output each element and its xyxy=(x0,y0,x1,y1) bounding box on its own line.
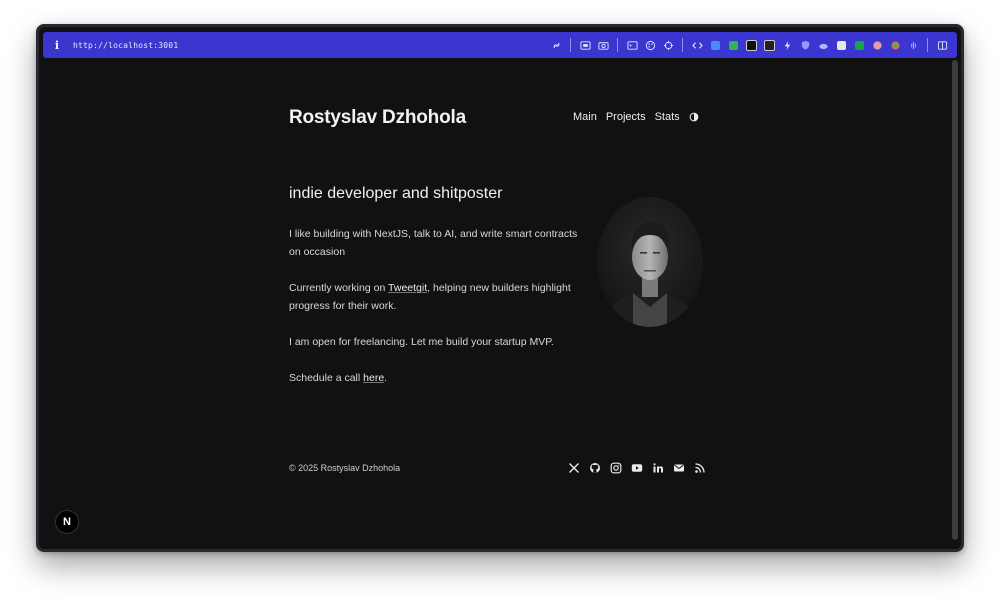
bio: I like building with NextJS, talk to AI,… xyxy=(289,225,589,405)
bio-paragraph: Schedule a call here. xyxy=(289,369,589,387)
code-icon[interactable] xyxy=(688,36,706,54)
translate-icon[interactable] xyxy=(706,36,724,54)
toolbar-divider xyxy=(570,38,571,52)
green-square-icon[interactable] xyxy=(724,36,742,54)
rss-icon[interactable] xyxy=(692,460,708,476)
nextjs-dev-badge[interactable]: N xyxy=(55,510,79,534)
bio-text: Schedule a call xyxy=(289,372,364,384)
main-nav: Main Projects Stats xyxy=(573,111,700,123)
mail-icon[interactable] xyxy=(671,460,687,476)
scrollbar[interactable] xyxy=(952,60,958,540)
nav-stats[interactable]: Stats xyxy=(655,111,680,123)
toolbar-divider xyxy=(617,38,618,52)
bio-paragraph: I like building with NextJS, talk to AI,… xyxy=(289,228,578,258)
colorful-icon[interactable] xyxy=(886,36,904,54)
schedule-call-link[interactable]: here xyxy=(363,372,384,384)
tagline: indie developer and shitposter xyxy=(289,185,503,202)
social-links xyxy=(566,460,708,476)
image-icon[interactable] xyxy=(832,36,850,54)
screenshot-icon[interactable] xyxy=(576,36,594,54)
profile-photo xyxy=(597,197,703,327)
green-d-icon[interactable] xyxy=(850,36,868,54)
linkedin-icon[interactable] xyxy=(650,460,666,476)
address-bar[interactable]: http://localhost:3001 xyxy=(73,41,178,50)
camera-icon[interactable] xyxy=(594,36,612,54)
cloud-icon[interactable] xyxy=(814,36,832,54)
extension-bar xyxy=(547,36,951,54)
bio-text: . xyxy=(384,372,388,384)
tweetgit-link[interactable]: Tweetgit xyxy=(388,282,427,294)
nav-projects[interactable]: Projects xyxy=(606,111,646,123)
crosshair-icon[interactable] xyxy=(659,36,677,54)
link-icon[interactable] xyxy=(547,36,565,54)
browser-window: i http://localhost:3001 Rostyslav Dzhoho… xyxy=(36,24,964,552)
bio-text: Currently working on xyxy=(289,282,389,294)
bio-paragraph: Currently working on Tweetgit, helping n… xyxy=(289,279,589,315)
shield-icon[interactable] xyxy=(796,36,814,54)
nav-main[interactable]: Main xyxy=(573,111,597,123)
waveform-icon[interactable] xyxy=(904,36,922,54)
github-icon[interactable] xyxy=(587,460,603,476)
bio-paragraph: I am open for freelancing. Let me build … xyxy=(289,336,554,348)
instagram-icon[interactable] xyxy=(608,460,624,476)
dark-square-icon-2[interactable] xyxy=(760,36,778,54)
terminal-icon[interactable] xyxy=(623,36,641,54)
youtube-icon[interactable] xyxy=(629,460,645,476)
palette-icon[interactable] xyxy=(641,36,659,54)
sidebar-icon[interactable] xyxy=(933,36,951,54)
x-icon[interactable] xyxy=(566,460,582,476)
copyright: © 2025 Rostyslav Dzhohola xyxy=(289,463,401,473)
bolt-icon[interactable] xyxy=(778,36,796,54)
avatar-icon[interactable] xyxy=(868,36,886,54)
toolbar-divider xyxy=(682,38,683,52)
toolbar-divider xyxy=(927,38,928,52)
dark-square-icon[interactable] xyxy=(742,36,760,54)
site-title[interactable]: Rostyslav Dzhohola xyxy=(289,107,466,129)
browser-toolbar: i http://localhost:3001 xyxy=(43,32,957,58)
info-icon[interactable]: i xyxy=(49,37,65,53)
theme-toggle-icon[interactable] xyxy=(689,112,700,123)
